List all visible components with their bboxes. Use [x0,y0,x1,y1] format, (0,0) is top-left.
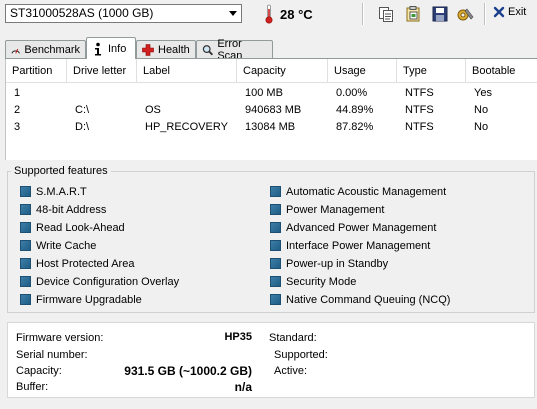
column-header-partition[interactable]: Partition [6,59,67,83]
tab-label: Info [108,42,127,55]
tab-label: Benchmark [24,43,80,56]
thermometer-icon [265,4,273,24]
feature-item: Power Management [270,201,530,218]
tab-benchmark[interactable]: Benchmark [5,40,86,58]
feature-check-icon [20,240,31,251]
table-row[interactable]: 3 D:\ HP_RECOVERY 13084 MB 87.82% NTFS N… [6,119,537,136]
feature-check-icon [270,186,281,197]
serial-label: Serial number: [16,349,88,361]
table-row[interactable]: 1 100 MB 0.00% NTFS Yes [6,85,537,102]
cell-type: NTFS [405,87,434,99]
cell-label [137,85,145,102]
feature-check-icon [270,240,281,251]
column-header-drive-letter[interactable]: Drive letter [67,59,137,83]
feature-check-icon [20,258,31,269]
temperature-readout: 28 °C [280,7,313,22]
drive-select-value: ST31000528AS (1000 GB) [10,6,154,20]
toolbar-divider [362,3,364,25]
save-icon[interactable] [430,4,450,24]
toolbar-divider [484,3,486,25]
feature-item: Device Configuration Overlay [20,273,260,290]
column-header-label[interactable]: Label [137,59,237,83]
column-header-bootable[interactable]: Bootable [466,59,537,83]
cell-usage: 44.89% [336,104,374,116]
cell-capacity: 13084 MB [245,121,296,133]
capacity-label: Capacity: [16,365,62,377]
feature-check-icon [270,294,281,305]
exit-button[interactable]: Exit [493,6,526,18]
capacity-value: 931.5 GB (~1000.2 GB) [124,364,252,378]
column-header-capacity[interactable]: Capacity [237,59,328,83]
tab-health[interactable]: Health [136,40,196,58]
tab-info[interactable]: Info [86,37,136,59]
feature-check-icon [270,276,281,287]
drive-select-dropdown[interactable]: ST31000528AS (1000 GB) [5,4,242,23]
feature-item: Advanced Power Management [270,219,530,236]
feature-check-icon [270,222,281,233]
feature-item: S.M.A.R.T [20,183,260,200]
cell-partition: 2 [14,104,21,116]
options-icon[interactable] [456,4,476,24]
cell-bootable: No [474,104,489,116]
cell-label: OS [145,104,161,116]
active-label: Active: [274,365,308,377]
cell-bootable: Yes [474,87,492,99]
feature-list-left: S.M.A.R.T 48-bit Address Read Look-Ahead… [20,183,260,308]
chevron-down-icon[interactable] [225,5,241,22]
table-row[interactable]: 2 C:\ OS 940683 MB 44.89% NTFS No [6,102,537,119]
benchmark-icon [11,48,20,54]
copy-all-icon[interactable] [403,4,423,24]
copy-text-icon[interactable] [376,4,396,24]
supported-label: Supported: [274,349,328,361]
feature-item: Automatic Acoustic Management [270,183,530,200]
feature-item: Host Protected Area [20,255,260,272]
feature-item: Read Look-Ahead [20,219,260,236]
cell-usage: 0.00% [336,87,368,99]
column-header-usage[interactable]: Usage [328,59,397,83]
cell-capacity: 940683 MB [245,104,302,116]
cell-label: HP_RECOVERY [145,121,228,133]
cell-partition: 3 [14,121,21,133]
feature-check-icon [20,276,31,287]
firmware-value: HP35 [224,331,252,343]
cell-bootable: No [474,121,489,133]
firmware-label: Firmware version: [16,332,104,344]
tab-error-scan[interactable]: Error Scan [196,38,273,62]
feature-check-icon [270,258,281,269]
cell-type: NTFS [405,104,434,116]
feature-item: 48-bit Address [20,201,260,218]
info-icon [95,42,101,55]
close-icon [493,6,505,18]
feature-check-icon [20,222,31,233]
cell-partition: 1 [14,87,21,99]
feature-item: Power-up in Standby [270,255,530,272]
standard-label: Standard: [269,332,317,344]
feature-check-icon [20,294,31,305]
feature-item: Write Cache [20,237,260,254]
magnifier-icon [202,44,214,55]
tab-label: Health [158,43,190,56]
cell-capacity: 100 MB [245,87,283,99]
cell-drive-letter: D:\ [75,121,90,133]
buffer-label: Buffer: [16,381,49,393]
cell-type: NTFS [405,121,434,133]
cell-drive-letter: C:\ [75,104,90,116]
feature-list-right: Automatic Acoustic Management Power Mana… [270,183,530,308]
feature-item: Security Mode [270,273,530,290]
feature-check-icon [270,204,281,215]
health-cross-icon [142,43,154,56]
feature-item: Interface Power Management [270,237,530,254]
feature-check-icon [20,204,31,215]
partition-table[interactable]: Partition Drive letter Label Capacity Us… [5,59,537,160]
feature-item: Native Command Queuing (NCQ) [270,291,530,308]
feature-check-icon [20,186,31,197]
exit-label: Exit [508,6,527,18]
buffer-value: n/a [234,380,252,394]
feature-item: Firmware Upgradable [20,291,260,308]
cell-drive-letter [67,85,75,102]
column-header-type[interactable]: Type [397,59,466,83]
supported-features-title: Supported features [11,165,111,177]
cell-usage: 87.82% [336,121,374,133]
